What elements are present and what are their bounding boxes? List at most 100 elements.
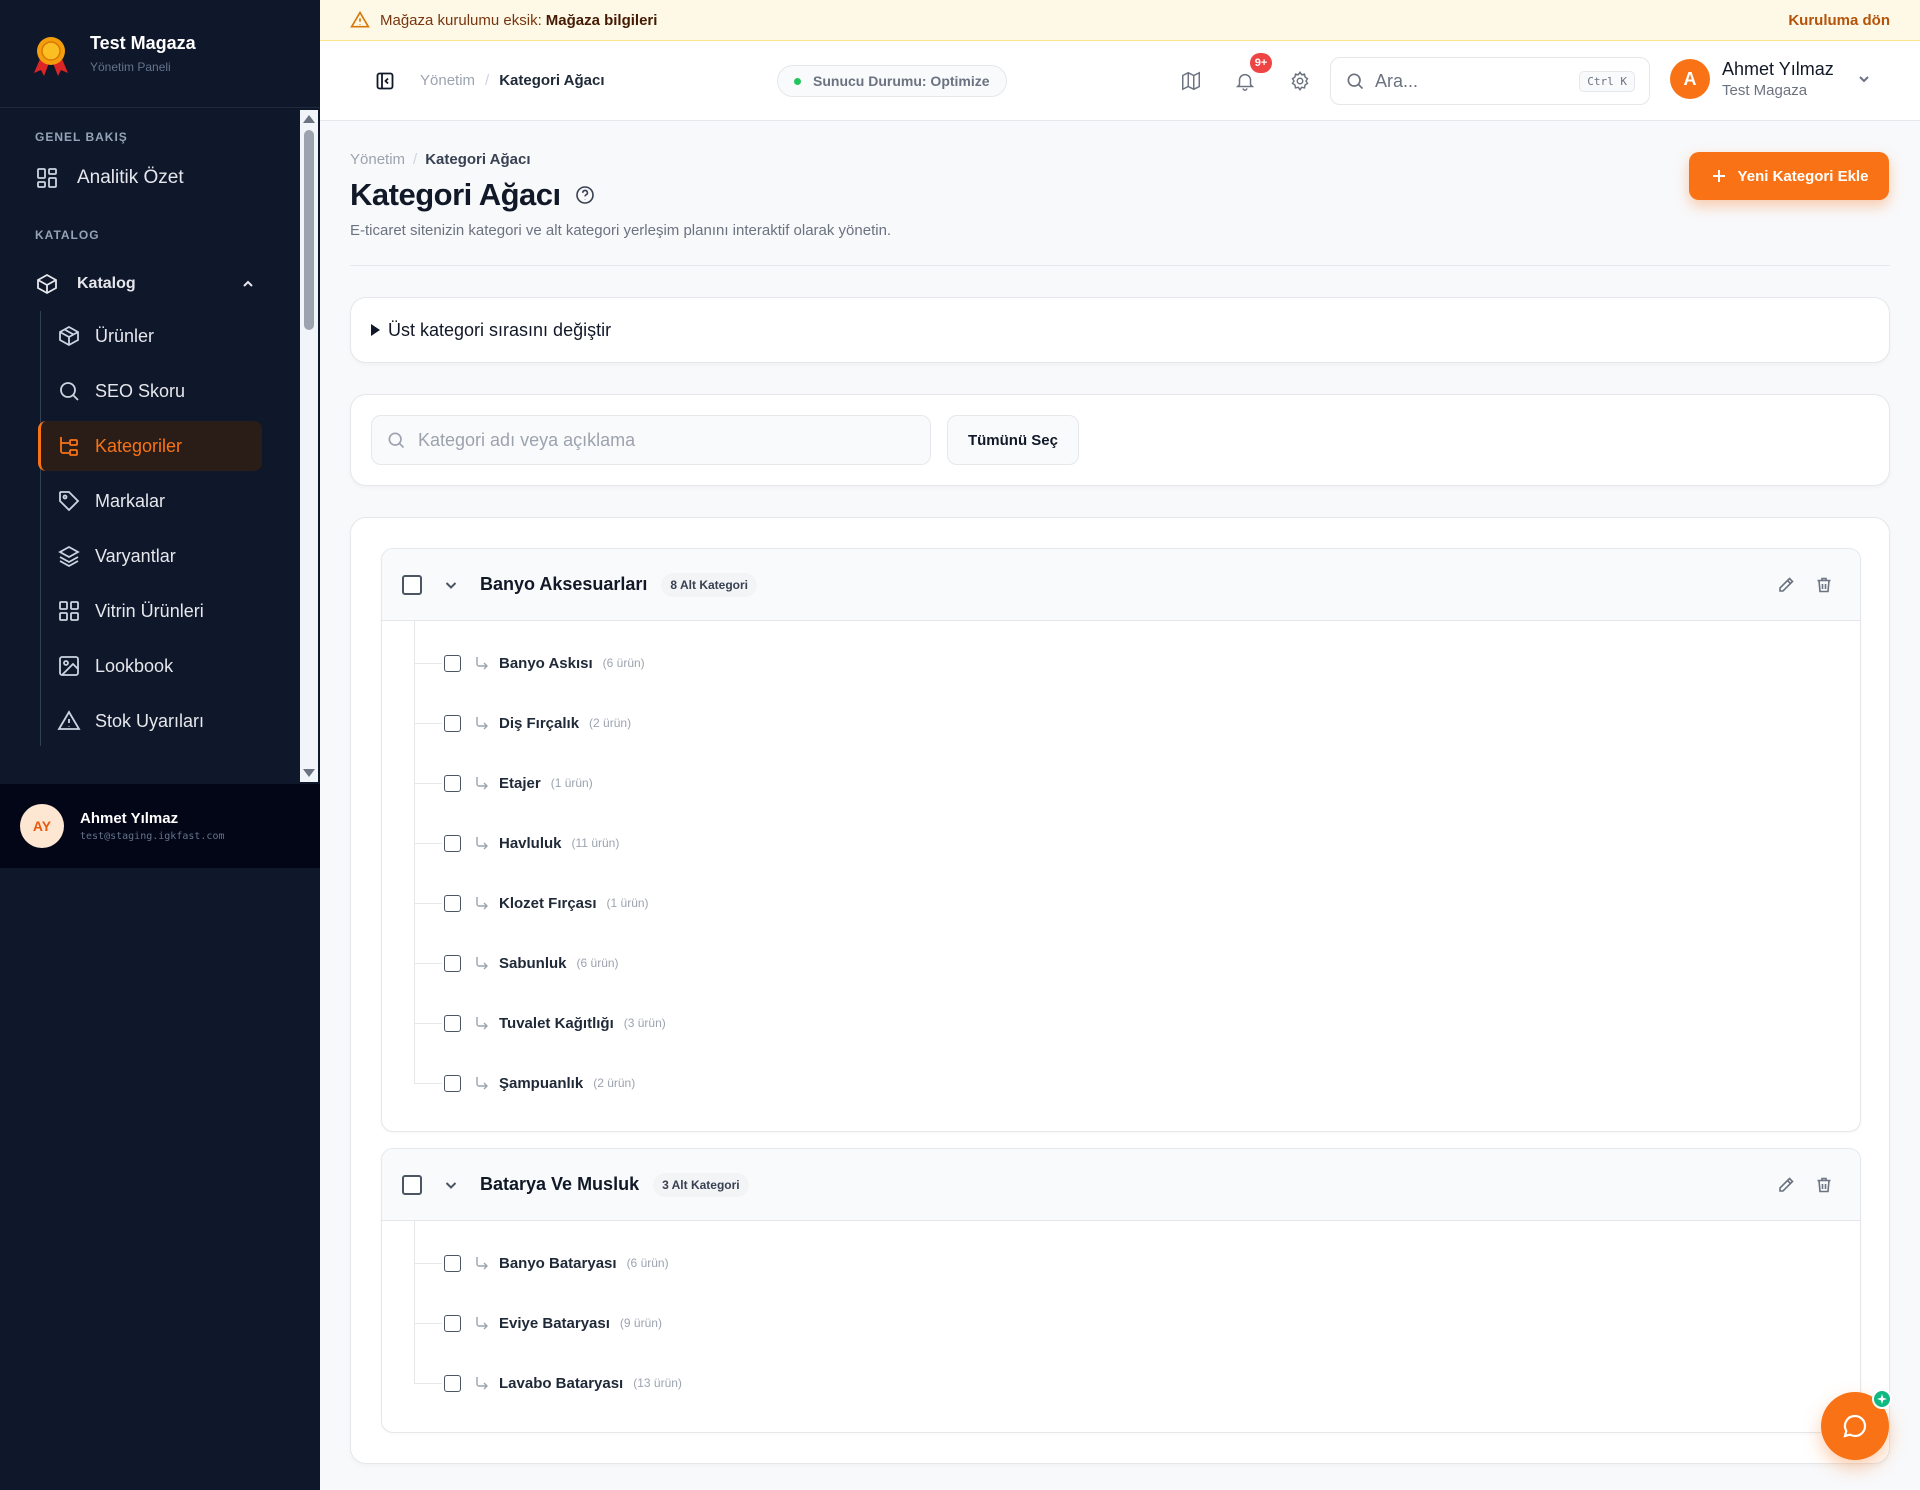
scroll-down-arrow-icon[interactable]: [303, 769, 315, 777]
subcategory-checkbox[interactable]: [444, 1074, 461, 1092]
select-all-button[interactable]: Tümünü Seç: [947, 415, 1079, 465]
breadcrumb-separator: /: [485, 72, 490, 89]
search-icon: [1347, 73, 1364, 90]
subcategory-row[interactable]: Klozet Fırçası (1 ürün): [382, 873, 1860, 933]
sidebar-nav: GENEL BAKIŞ Analitik Özet KATALOG Katalo…: [0, 108, 320, 782]
bell-icon[interactable]: [1234, 70, 1256, 92]
product-count: (1 ürün): [606, 896, 649, 910]
edit-pencil-icon[interactable]: [1776, 1175, 1796, 1195]
sidebar-item-stock-alerts[interactable]: Stok Uyarıları: [41, 696, 286, 746]
user-name: Ahmet Yılmaz: [80, 810, 179, 827]
sidebar-user-card[interactable]: AY Ahmet Yılmaz test@staging.igkfast.com: [0, 784, 320, 868]
return-setup-link[interactable]: Kuruluma dön: [1788, 12, 1890, 29]
category-actions: [1758, 1175, 1834, 1195]
subcategory-checkbox[interactable]: [444, 774, 461, 792]
subcategory-name: Havluluk: [499, 834, 562, 852]
subcategory-checkbox[interactable]: [444, 1374, 461, 1392]
subcategory-row[interactable]: Sabunluk (6 ürün): [382, 933, 1860, 993]
subcategory-name: Klozet Fırçası: [499, 894, 597, 912]
add-category-button[interactable]: Yeni Kategori Ekle: [1689, 152, 1889, 200]
sidebar-item-label: Lookbook: [95, 655, 174, 676]
brand[interactable]: Test Magaza Yönetim Paneli: [0, 0, 320, 108]
sidebar-item-products[interactable]: Ürünler: [41, 311, 286, 361]
grid-icon: [59, 601, 79, 621]
child-arrow-icon: [476, 957, 488, 970]
sidebar-item-categories[interactable]: Kategoriler: [38, 421, 262, 471]
ai-sparkle-badge: [1872, 1389, 1892, 1409]
sidebar-group-catalog[interactable]: Katalog: [0, 257, 286, 311]
trash-icon[interactable]: [1814, 575, 1834, 595]
subcategory-checkbox[interactable]: [444, 714, 461, 732]
sidebar-item-brands[interactable]: Markalar: [41, 476, 286, 526]
subcategory-row[interactable]: Tuvalet Kağıtlığı (3 ürün): [382, 993, 1860, 1053]
sidebar-scrollbar[interactable]: [300, 110, 318, 782]
sidebar-toggle-icon[interactable]: [375, 71, 395, 91]
breadcrumb-root[interactable]: Yönetim: [420, 72, 475, 89]
category-group-header[interactable]: Batarya Ve Musluk 3 Alt Kategori: [382, 1149, 1860, 1221]
subcategory-checkbox[interactable]: [444, 1014, 461, 1032]
product-count: (6 ürün): [626, 1256, 669, 1270]
category-group: Banyo Aksesuarları 8 Alt Kategori Banyo …: [381, 548, 1861, 1132]
tag-icon: [59, 491, 80, 512]
subcategory-row[interactable]: Etajer (1 ürün): [382, 753, 1860, 813]
user-name: Ahmet Yılmaz: [1722, 59, 1834, 79]
product-count: (1 ürün): [550, 776, 593, 790]
brand-title: Test Magaza: [90, 33, 196, 53]
sidebar-item-label: Analitik Özet: [77, 167, 184, 188]
scroll-thumb[interactable]: [304, 130, 314, 330]
subcategory-checkbox[interactable]: [444, 894, 461, 912]
chevron-down-icon[interactable]: [442, 1176, 460, 1194]
gallery-icon: [59, 656, 79, 676]
page-breadcrumb: Yönetim / Kategori Ağacı: [350, 151, 531, 168]
subcategory-row[interactable]: Eviye Bataryası (9 ürün): [382, 1293, 1860, 1353]
category-checkbox[interactable]: [402, 574, 422, 595]
edit-pencil-icon[interactable]: [1776, 575, 1796, 595]
subcategory-name: Tuvalet Kağıtlığı: [499, 1014, 614, 1032]
warning-icon: [57, 710, 81, 730]
subcategory-row[interactable]: Banyo Bataryası (6 ürün): [382, 1233, 1860, 1293]
subcategory-checkbox[interactable]: [444, 1254, 461, 1272]
subcategory-row[interactable]: Havluluk (11 ürün): [382, 813, 1860, 873]
category-checkbox[interactable]: [402, 1174, 422, 1195]
child-arrow-icon: [476, 1017, 488, 1030]
add-category-label: Yeni Kategori Ekle: [1737, 167, 1869, 185]
category-name: Batarya Ve Musluk: [480, 1174, 640, 1194]
banner-link[interactable]: Mağaza bilgileri: [546, 12, 658, 29]
gear-icon[interactable]: [1289, 70, 1311, 92]
subcategory-row[interactable]: Banyo Askısı (6 ürün): [382, 633, 1860, 693]
child-arrow-icon: [476, 1317, 488, 1330]
subcategory-checkbox[interactable]: [444, 654, 461, 672]
subcategory-checkbox[interactable]: [444, 954, 461, 972]
category-group-header[interactable]: Banyo Aksesuarları 8 Alt Kategori: [382, 549, 1860, 621]
plus-icon: [1712, 170, 1725, 182]
help-circle-icon[interactable]: [575, 185, 595, 205]
sidebar-item-seo[interactable]: SEO Skoru: [41, 366, 286, 416]
category-search-placeholder: Kategori adı veya açıklama: [418, 429, 636, 450]
category-tree: Banyo Aksesuarları 8 Alt Kategori Banyo …: [350, 517, 1890, 1464]
setup-banner: Mağaza kurulumu eksik: Mağaza bilgileri …: [320, 0, 1920, 41]
subcategory-row[interactable]: Şampuanlık (2 ürün): [382, 1053, 1860, 1113]
subcategory-checkbox[interactable]: [444, 1314, 461, 1332]
child-arrow-icon: [476, 897, 488, 910]
scroll-up-arrow-icon[interactable]: [303, 115, 315, 123]
sidebar-item-showcase[interactable]: Vitrin Ürünleri: [41, 586, 286, 636]
breadcrumb-root[interactable]: Yönetim: [350, 151, 405, 168]
subcategory-row[interactable]: Diş Fırçalık (2 ürün): [382, 693, 1860, 753]
global-search-input[interactable]: Ara... Ctrl K: [1330, 57, 1650, 105]
map-icon[interactable]: [1180, 70, 1202, 92]
sidebar-group-label: Katalog: [77, 275, 136, 292]
sidebar-item-lookbook[interactable]: Lookbook: [41, 641, 286, 691]
subcategory-row[interactable]: Lavabo Bataryası (13 ürün): [382, 1353, 1860, 1413]
search-placeholder: Ara...: [1375, 70, 1419, 91]
sidebar-item-label: Stok Uyarıları: [95, 710, 205, 731]
subcategory-checkbox[interactable]: [444, 834, 461, 852]
sidebar-item-variants[interactable]: Varyantlar: [41, 531, 286, 581]
category-search-input[interactable]: Kategori adı veya açıklama: [371, 415, 931, 465]
reorder-details-toggle[interactable]: Üst kategori sırasını değiştir: [350, 297, 1890, 363]
trash-icon[interactable]: [1814, 1175, 1834, 1195]
sidebar-item-analytics[interactable]: Analitik Özet: [0, 151, 286, 205]
sidebar-item-label: Markalar: [95, 490, 166, 511]
search-shortcut: Ctrl K: [1579, 70, 1635, 92]
chevron-down-icon[interactable]: [442, 576, 460, 594]
user-menu[interactable]: A Ahmet Yılmaz Test Magaza: [1670, 59, 1872, 99]
